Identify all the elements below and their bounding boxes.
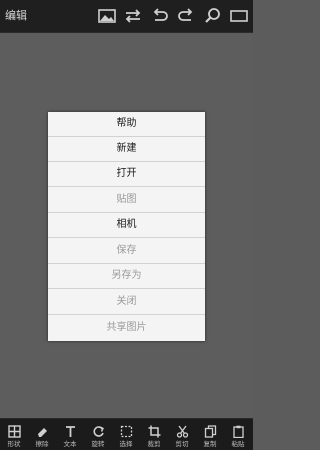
redo-icon[interactable] <box>176 6 196 26</box>
tool-paste[interactable]: 粘贴 <box>224 421 252 450</box>
scissors-icon <box>176 425 188 438</box>
copy-icon <box>204 425 216 438</box>
options-menu: 帮助 新建 打开 贴图 相机 保存 另存为 关闭 共享图片 <box>48 112 205 341</box>
menu-item-save-as: 另存为 <box>48 264 205 289</box>
crop-icon <box>148 425 160 438</box>
menu-item-paste-image: 贴图 <box>48 188 205 213</box>
menu-item-camera[interactable]: 相机 <box>48 213 205 238</box>
rotate-icon <box>92 426 104 437</box>
swap-icon[interactable] <box>123 6 143 26</box>
select-icon <box>120 425 132 438</box>
tool-label: 选择 <box>119 440 133 448</box>
tool-label: 粘贴 <box>231 440 245 448</box>
page-title: 编辑 <box>5 9 27 22</box>
menu-item-save: 保存 <box>48 239 205 264</box>
paste-icon <box>232 425 244 438</box>
menu-item-close: 关闭 <box>48 290 205 315</box>
tool-crop[interactable]: 裁剪 <box>140 421 168 450</box>
menu-item-new[interactable]: 新建 <box>48 137 205 162</box>
tool-shape[interactable]: 形状 <box>0 421 28 450</box>
rectangle-icon[interactable] <box>229 6 249 26</box>
text-icon <box>65 426 75 437</box>
zoom-icon[interactable] <box>203 6 223 26</box>
menu-item-label: 相机 <box>116 219 137 230</box>
menu-item-label: 贴图 <box>116 194 137 205</box>
tool-label: 文本 <box>63 440 77 448</box>
menu-item-help[interactable]: 帮助 <box>48 112 205 137</box>
menu-item-open[interactable]: 打开 <box>48 162 205 187</box>
bottom-toolbar: 形状 擦除 文本 旋转 选择 裁剪 剪切 复制 粘贴 <box>0 418 253 450</box>
tool-label: 擦除 <box>35 440 49 448</box>
menu-item-label: 共享图片 <box>106 321 147 333</box>
tool-label: 形状 <box>7 440 21 448</box>
menu-item-label: 帮助 <box>116 118 137 129</box>
shape-grid-icon <box>7 425 21 438</box>
menu-item-label: 保存 <box>116 245 137 256</box>
eraser-icon <box>37 428 47 437</box>
tool-copy[interactable]: 复制 <box>196 421 224 450</box>
undo-icon[interactable] <box>150 6 170 26</box>
tool-select[interactable]: 选择 <box>112 421 140 450</box>
tool-label: 裁剪 <box>147 440 161 448</box>
menu-item-share-image: 共享图片 <box>48 315 205 340</box>
image-icon[interactable] <box>97 6 117 26</box>
menu-item-label: 打开 <box>116 168 137 179</box>
menu-item-label: 新建 <box>116 143 137 154</box>
tool-label: 剪切 <box>175 440 189 448</box>
tool-text[interactable]: 文本 <box>56 421 84 450</box>
tool-erase[interactable]: 擦除 <box>28 421 56 450</box>
tool-label: 旋转 <box>91 440 105 448</box>
tool-cut[interactable]: 剪切 <box>168 421 196 450</box>
tool-label: 复制 <box>203 440 217 448</box>
menu-item-label: 关闭 <box>116 296 137 307</box>
tool-rotate[interactable]: 旋转 <box>84 421 112 450</box>
menu-item-label: 另存为 <box>111 270 142 281</box>
top-bar: 编辑 <box>0 0 253 33</box>
